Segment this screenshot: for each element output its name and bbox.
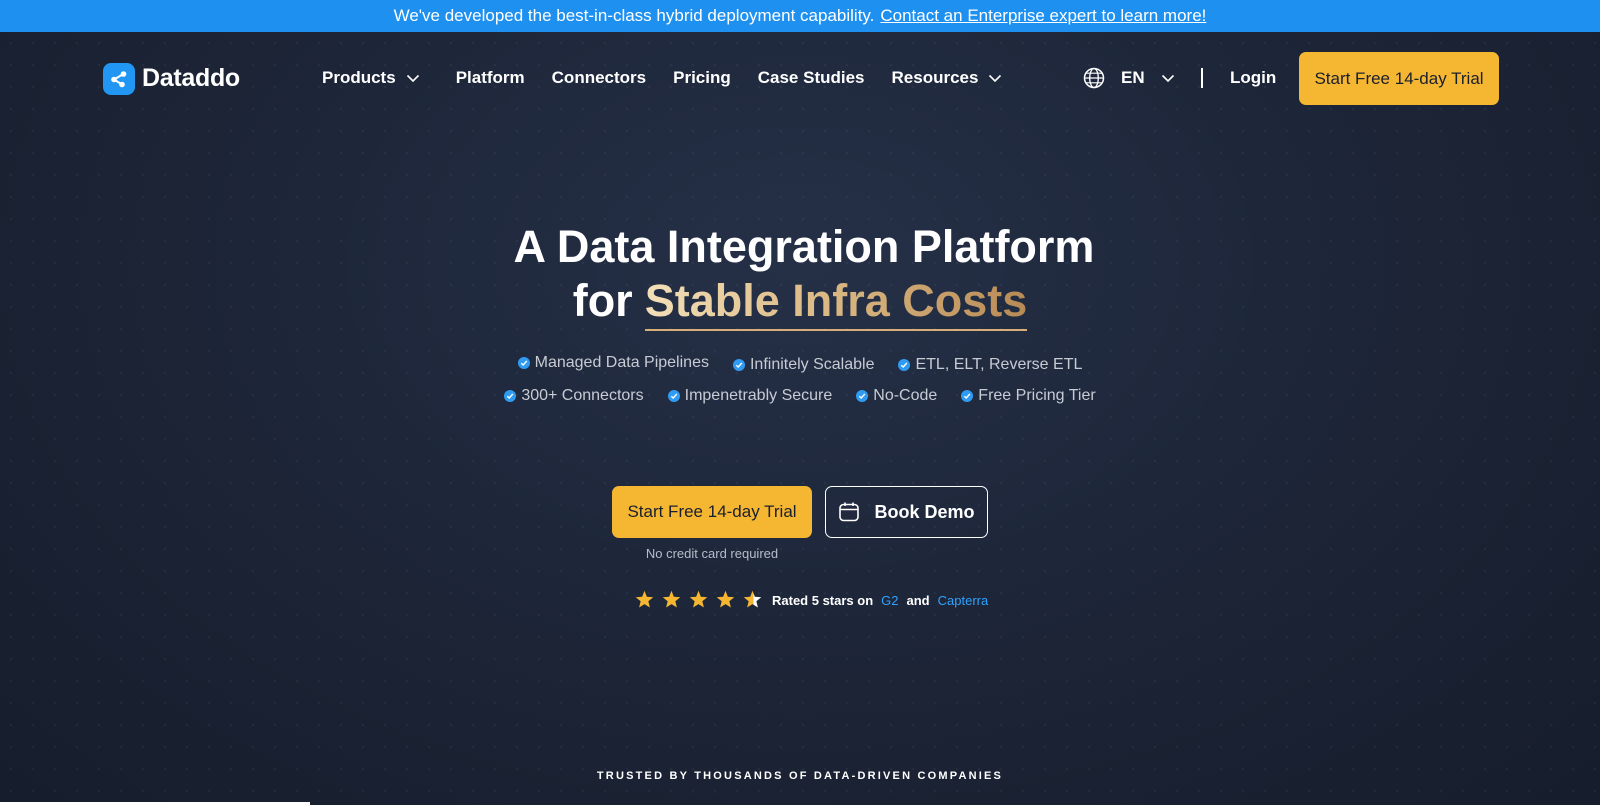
logo-text: Dataddo xyxy=(142,64,240,92)
hero-section: Dataddo Products Platform Connectors Pri… xyxy=(0,32,1600,805)
feature-label: No-Code xyxy=(873,387,938,404)
feature-list-row2: 300+ Connectors Impenetrably Secure No-C… xyxy=(0,387,1600,405)
nav-item-products[interactable]: Products xyxy=(322,68,420,88)
main-nav: Dataddo Products Platform Connectors Pri… xyxy=(0,32,1600,124)
feature-item: Managed Data Pipelines xyxy=(517,352,709,374)
login-link[interactable]: Login xyxy=(1230,68,1276,88)
nav-item-label: Connectors xyxy=(551,68,647,87)
globe-icon xyxy=(1083,67,1105,89)
feature-item: ETL, ELT, Reverse ETL xyxy=(898,356,1082,374)
chevron-down-icon xyxy=(1161,74,1175,83)
logo-icon xyxy=(103,62,135,95)
feature-label: Managed Data Pipelines xyxy=(534,354,709,371)
star-rating xyxy=(635,590,762,611)
feature-item: No-Code xyxy=(856,387,937,405)
star-icon xyxy=(635,590,654,611)
nav-trial-button[interactable]: Start Free 14-day Trial xyxy=(1299,52,1499,105)
feature-item: 300+ Connectors xyxy=(504,387,644,405)
feature-list-row1: Managed Data Pipelines Infinitely Scalab… xyxy=(0,354,1600,374)
start-trial-button[interactable]: Start Free 14-day Trial xyxy=(612,486,812,538)
check-icon xyxy=(504,390,517,402)
feature-label: Impenetrably Secure xyxy=(684,387,833,404)
nav-item-label: Case Studies xyxy=(757,68,865,87)
nav-links: Products Platform Connectors Pricing Cas… xyxy=(322,66,1002,90)
rating-bar: Rated 5 stars on G2 and Capterra xyxy=(635,588,988,612)
nav-item-resources[interactable]: Resources xyxy=(892,68,1003,88)
book-demo-label: Book Demo xyxy=(874,501,975,522)
language-label: EN xyxy=(1121,68,1145,87)
language-selector[interactable]: EN xyxy=(1083,65,1175,91)
calendar-icon xyxy=(838,501,860,523)
logo[interactable]: Dataddo xyxy=(103,62,240,95)
check-icon xyxy=(856,390,869,402)
check-icon xyxy=(732,359,745,371)
nav-item-case-studies[interactable]: Case Studies xyxy=(758,68,865,88)
hero-title-highlight: Stable Infra Costs xyxy=(644,275,1028,331)
book-demo-button[interactable]: Book Demo xyxy=(825,486,988,538)
rating-and: and xyxy=(906,592,930,608)
nav-item-label: Products xyxy=(322,68,396,87)
g2-link[interactable]: G2 xyxy=(881,593,898,608)
feature-label: Infinitely Scalable xyxy=(749,356,875,373)
star-icon xyxy=(662,590,681,611)
nav-item-pricing[interactable]: Pricing xyxy=(673,68,731,88)
feature-item: Infinitely Scalable xyxy=(732,356,875,374)
star-icon xyxy=(689,590,708,611)
hero-title-line2: for Stable Infra Costs xyxy=(0,274,1600,331)
star-half-icon xyxy=(743,590,762,611)
nav-item-label: Pricing xyxy=(673,68,731,87)
banner-link[interactable]: Contact an Enterprise expert to learn mo… xyxy=(880,6,1206,26)
nav-item-label: Platform xyxy=(455,68,525,87)
nav-divider xyxy=(1201,68,1203,88)
nav-item-connectors[interactable]: Connectors xyxy=(552,68,646,88)
nav-item-platform[interactable]: Platform xyxy=(456,68,525,88)
announcement-banner: We've developed the best-in-class hybrid… xyxy=(0,0,1600,32)
nav-item-label: Resources xyxy=(891,68,979,87)
feature-item: Impenetrably Secure xyxy=(667,387,833,405)
hero-title-prefix: for xyxy=(572,275,633,326)
trusted-by-heading: TRUSTED BY THOUSANDS OF DATA-DRIVEN COMP… xyxy=(596,770,1004,782)
check-icon xyxy=(898,359,911,371)
check-icon xyxy=(667,390,680,402)
chevron-down-icon xyxy=(406,74,420,83)
no-credit-card-note: No credit card required xyxy=(645,546,779,561)
feature-item: Free Pricing Tier xyxy=(961,387,1096,405)
check-icon xyxy=(517,357,530,369)
star-icon xyxy=(716,590,735,611)
chevron-down-icon xyxy=(988,74,1002,83)
rating-text: Rated 5 stars on xyxy=(772,592,874,608)
hero-title-line1: A Data Integration Platform xyxy=(513,221,1095,272)
feature-label: ETL, ELT, Reverse ETL xyxy=(915,356,1083,373)
check-icon xyxy=(961,390,974,402)
banner-text: We've developed the best-in-class hybrid… xyxy=(393,6,875,25)
feature-label: 300+ Connectors xyxy=(521,387,644,404)
feature-label: Free Pricing Tier xyxy=(978,387,1096,404)
hero-title: A Data Integration Platform for Stable In… xyxy=(0,220,1600,331)
capterra-link[interactable]: Capterra xyxy=(938,593,989,608)
